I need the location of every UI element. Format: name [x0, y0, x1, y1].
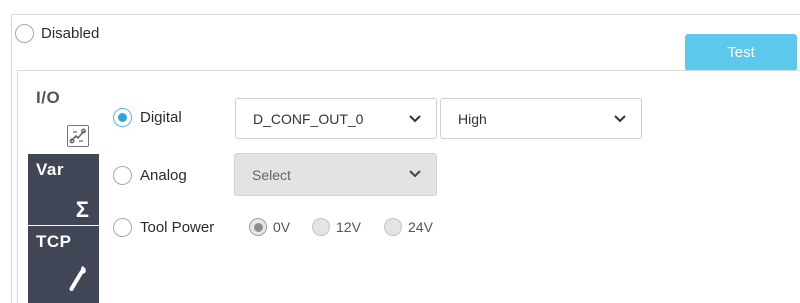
tab-tcp[interactable]: TCP: [28, 226, 99, 303]
tab-tcp-label: TCP: [36, 232, 72, 251]
voltage-12v-label: 12V: [336, 219, 361, 235]
tab-io[interactable]: I/O: [28, 82, 99, 153]
digital-label: Digital: [140, 109, 182, 126]
voltage-12v-radio[interactable]: [312, 218, 330, 236]
digital-radio[interactable]: [113, 108, 132, 127]
chevron-down-icon: [408, 112, 422, 129]
voltage-0v-option[interactable]: 0V: [249, 218, 290, 236]
disabled-option[interactable]: Disabled: [15, 24, 99, 43]
chevron-down-icon: [613, 112, 627, 129]
analog-label: Analog: [140, 167, 187, 184]
tool-power-option[interactable]: Tool Power: [113, 218, 214, 237]
tab-io-label: I/O: [36, 88, 61, 107]
voltage-12v-option[interactable]: 12V: [312, 218, 361, 236]
sidebar-tabs: I/O Var Σ TCP: [28, 82, 99, 303]
sigma-icon: Σ: [75, 197, 89, 222]
analog-select-placeholder: Select: [252, 166, 291, 183]
digital-port-select[interactable]: D_CONF_OUT_0: [235, 98, 437, 139]
analog-option[interactable]: Analog: [113, 166, 187, 185]
wrench-icon: [67, 264, 89, 299]
tab-var-label: Var: [36, 160, 64, 179]
voltage-24v-radio[interactable]: [384, 218, 402, 236]
circuit-icon: [67, 125, 89, 147]
digital-option[interactable]: Digital: [113, 108, 182, 127]
voltage-0v-label: 0V: [273, 219, 291, 235]
tab-var[interactable]: Var Σ: [28, 154, 99, 225]
disabled-radio[interactable]: [15, 24, 34, 43]
digital-level-value: High: [458, 110, 487, 127]
analog-radio[interactable]: [113, 166, 132, 185]
analog-select[interactable]: Select: [234, 153, 437, 196]
digital-level-select[interactable]: High: [440, 98, 642, 139]
voltage-0v-radio[interactable]: [249, 218, 267, 236]
disabled-label: Disabled: [41, 25, 100, 42]
tool-power-radio[interactable]: [113, 218, 132, 237]
tool-power-label: Tool Power: [140, 219, 215, 236]
voltage-24v-label: 24V: [408, 219, 433, 235]
test-button[interactable]: Test: [685, 34, 797, 71]
digital-port-value: D_CONF_OUT_0: [253, 110, 364, 127]
chevron-down-icon: [408, 167, 422, 184]
voltage-24v-option[interactable]: 24V: [384, 218, 433, 236]
